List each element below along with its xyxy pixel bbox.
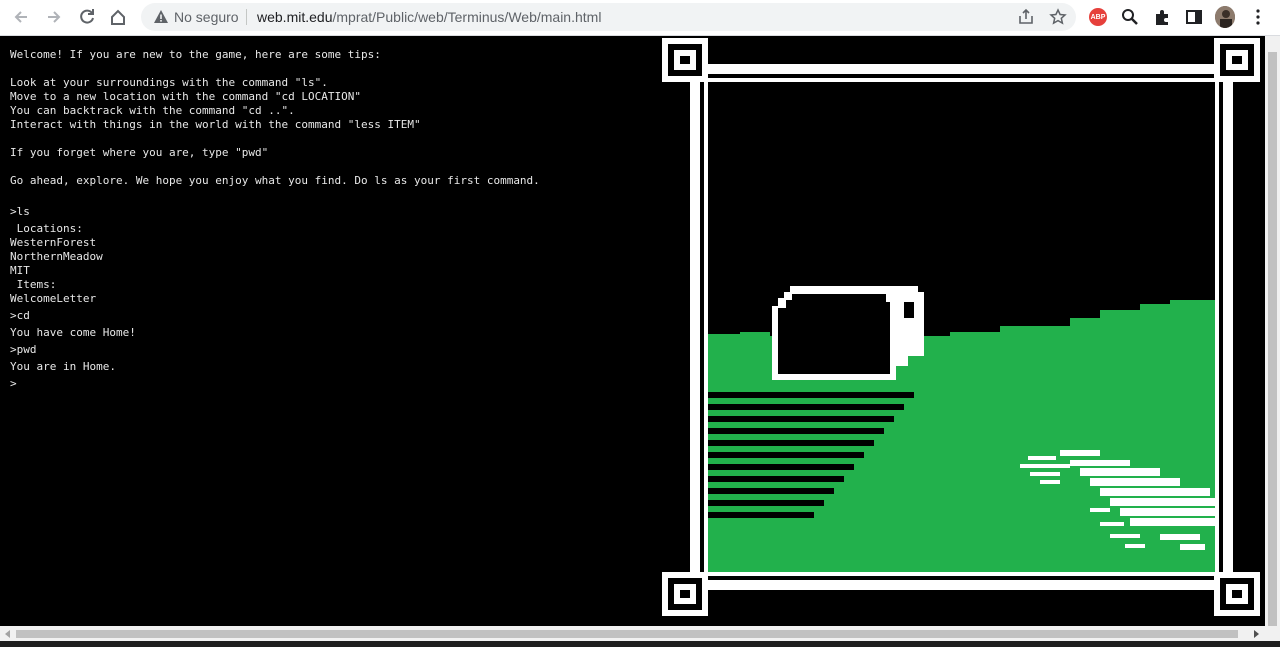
share-icon[interactable] [1017,8,1035,26]
terminal-prompt[interactable]: > [10,377,17,391]
terminal-output[interactable]: Welcome! If you are new to the game, her… [0,36,660,626]
terminal-line: >pwd [10,343,37,356]
terminal-line: If you forget where you are, type "pwd" [10,146,269,159]
terminal-line: You can backtrack with the command "cd .… [10,104,295,117]
terminal-line: Move to a new location with the command … [10,90,361,103]
adblock-icon: ABP [1089,8,1107,26]
terminal-line: NorthernMeadow [10,250,103,263]
terminal-line: >ls [10,205,30,218]
warning-icon[interactable] [153,9,169,25]
browser-toolbar: No seguro web.mit.edu/mprat/Public/web/T… [0,0,1280,36]
security-label[interactable]: No seguro [174,9,239,25]
terminal-line: MIT [10,264,30,277]
terminal-line: You are in Home. [10,360,116,373]
back-button[interactable] [9,5,33,29]
menu-icon [1256,9,1260,25]
extensions-icon [1156,10,1168,25]
taskbar-strip [0,641,1280,647]
home-icon [111,9,125,25]
scene-illustration [662,38,1260,616]
search-icon [1122,9,1138,25]
terminal-line: Locations: [10,222,83,235]
game-scene [660,36,1265,618]
extensions-button[interactable] [1152,7,1172,27]
scroll-right-icon[interactable] [1252,630,1260,638]
sidepanel-icon [1186,10,1202,24]
terminal-line: You have come Home! [10,326,136,339]
terminal-line: Go ahead, explore. We hope you enjoy wha… [10,174,540,187]
star-icon[interactable] [1049,8,1067,26]
adblock-button[interactable]: ABP [1088,7,1108,27]
sidepanel-button[interactable] [1184,7,1204,27]
search-button[interactable] [1120,7,1140,27]
forward-button[interactable] [42,5,66,29]
terminal-line: Welcome! If you are new to the game, her… [10,48,381,61]
forward-icon [48,11,61,23]
url-path: /mprat/Public/web/Terminus/Web/main.html [332,9,602,25]
terminal-line: Interact with things in the world with t… [10,118,421,131]
home-button[interactable] [106,5,130,29]
avatar [1215,6,1235,28]
separator [246,9,247,25]
terminal-line: WesternForest [10,236,97,249]
vertical-scroll-thumb[interactable] [1268,52,1277,626]
horizontal-scrollbar[interactable] [0,626,1280,641]
vertical-scrollbar[interactable] [1265,36,1280,626]
terminal-line: Look at your surroundings with the comma… [10,76,328,89]
terminal-line: Items: [10,278,57,291]
reload-icon [80,9,94,24]
url-text[interactable]: web.mit.edu/mprat/Public/web/Terminus/We… [257,9,601,25]
address-bar[interactable]: No seguro web.mit.edu/mprat/Public/web/T… [141,3,1076,31]
back-icon [14,11,27,23]
url-host: web.mit.edu [257,9,333,25]
horizontal-scroll-thumb[interactable] [16,630,1238,638]
profile-button[interactable] [1215,6,1235,28]
scroll-left-icon[interactable] [4,630,12,638]
terminal-line: WelcomeLetter [10,292,97,305]
menu-button[interactable] [1248,7,1268,27]
reload-button[interactable] [75,5,99,29]
terminal-line: >cd [10,309,30,322]
